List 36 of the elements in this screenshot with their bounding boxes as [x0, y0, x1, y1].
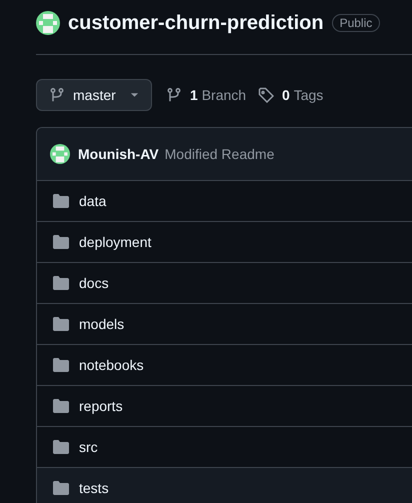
folder-name[interactable]: models [79, 316, 124, 332]
visibility-label: Public [332, 14, 380, 32]
commit-author[interactable]: Mounish-AV [78, 146, 159, 162]
tags-link[interactable]: 0 Tags [258, 87, 324, 103]
file-row[interactable]: reports [37, 386, 412, 427]
folder-name[interactable]: deployment [79, 234, 152, 250]
file-row[interactable]: deployment [37, 222, 412, 263]
tag-icon [258, 87, 274, 103]
folder-name[interactable]: reports [79, 398, 123, 414]
folder-icon [53, 358, 69, 372]
branch-selector[interactable]: master [36, 79, 152, 111]
folder-icon [53, 317, 69, 331]
folder-name[interactable]: notebooks [79, 357, 144, 373]
avatar-icon [50, 144, 70, 164]
folder-name[interactable]: data [79, 193, 106, 209]
folder-icon [53, 235, 69, 249]
folder-icon [53, 194, 69, 208]
folder-icon [53, 399, 69, 413]
folder-icon [53, 440, 69, 454]
folder-name[interactable]: docs [79, 275, 109, 291]
branches-link[interactable]: 1 Branch [166, 87, 246, 103]
caret-icon [130, 92, 139, 98]
file-row[interactable]: models [37, 304, 412, 345]
folder-name[interactable]: src [79, 439, 98, 455]
folder-icon [53, 276, 69, 290]
file-row[interactable]: notebooks [37, 345, 412, 386]
branch-icon [49, 87, 65, 103]
commit-message[interactable]: Modified Readme [164, 146, 274, 162]
file-row[interactable]: docs [37, 263, 412, 304]
file-row[interactable]: data [37, 181, 412, 222]
file-row[interactable]: tests [37, 468, 412, 503]
repo-name[interactable]: customer-churn-prediction [68, 12, 324, 34]
folder-icon [53, 481, 69, 495]
branch-icon [166, 87, 182, 103]
folder-name[interactable]: tests [79, 480, 109, 496]
avatar-icon [36, 11, 60, 35]
